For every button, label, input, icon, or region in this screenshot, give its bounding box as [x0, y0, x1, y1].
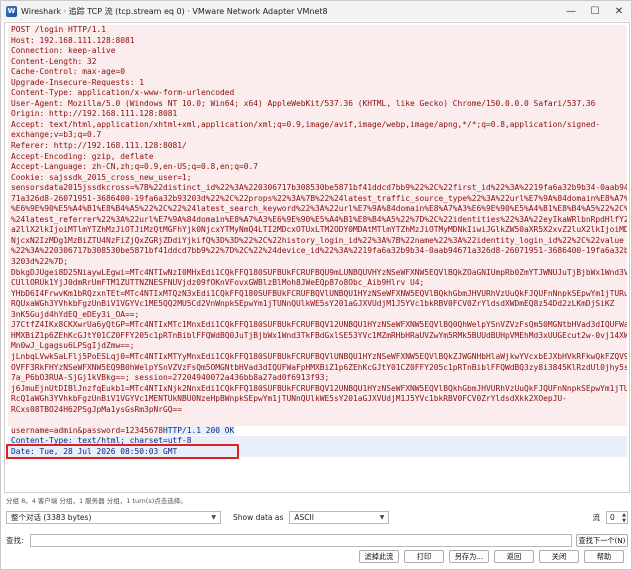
minimize-button[interactable]: —: [559, 1, 583, 21]
request-line: CUllORUk1YjJ0dmRrUmFTM1ZUTTNZNESFNUVjdz0…: [8, 278, 627, 289]
request-line: Mn0wJ_Lgagsu6LPSgIjdZmw==;: [8, 341, 627, 352]
response-status-text: HTTP/1.1 200 OK: [163, 425, 235, 435]
follow-tcp-stream-window: W Wireshark · 追踪 TCP 流 (tcp.stream eq 0)…: [0, 0, 632, 570]
request-line: 71a326d8-26071951-3686400-19fa6a32b93203…: [8, 193, 627, 205]
request-line: j6JmuEjnUtDIBlJnzfqEukb1=MTc4NTIxNjk2Nnx…: [8, 383, 627, 395]
request-line: Connection: keep-alive: [8, 46, 627, 57]
credentials-line: username=admin&password=12345678HTTP/1.1…: [8, 425, 627, 437]
back-button[interactable]: 返回: [494, 550, 534, 563]
filter-out-stream-button[interactable]: 滤掉此流: [359, 550, 399, 563]
show-data-value: ASCII: [294, 512, 314, 522]
request-line: RCxs08TBO24H62PSgJpMa1ysGsRm3pNrGQ==: [8, 404, 627, 416]
request-line: Referer: http://192.168.111.128:8081/: [8, 141, 627, 152]
help-button[interactable]: 帮助: [584, 550, 624, 563]
packet-status-text: 分组 8。4 客户端 分组，1 服务器 分组，1 turn(s)点击选择。: [6, 497, 187, 505]
wireshark-logo-icon: W: [6, 5, 17, 17]
request-line: Host: 192.168.111.128:8081: [8, 35, 627, 47]
request-line: User-Agent: Mozilla/5.0 (Windows NT 10.0…: [8, 98, 627, 110]
request-line: Accept-Encoding: gzip, deflate: [8, 151, 627, 163]
request-line: 7a_P6bO3RUA-SjGj1kVBkg==; session=272049…: [8, 373, 627, 384]
chevron-down-icon: ▼: [211, 513, 216, 521]
find-row: 查找: 查找下一个(N): [6, 534, 628, 547]
show-data-select[interactable]: ASCII ▼: [289, 510, 390, 524]
request-line: 3nK5Gujd4hYdEQ_eDEy3i_OA==;: [8, 309, 627, 321]
response-line: Date: Tue, 28 Jul 2026 08:50:03 GMT: [8, 446, 627, 458]
stream-label: 流: [592, 512, 601, 522]
response-line: Content-Type: text/html; charset=utf-8: [8, 436, 627, 447]
close-window-button[interactable]: ✕: [607, 1, 631, 21]
request-line: sensorsdata2015jssdkcross=%7B%22distinct…: [8, 183, 627, 194]
request-line: Cache-Control: max-age=0: [8, 67, 627, 78]
request-line: DbkgDJUgei8D25NiaywLEgwi=MTc4NTIwNzI0MHx…: [8, 267, 627, 279]
request-line: a2llX2lkIjoiMTlmYTZhMzJiOTJiMzQtMGFhYjk0…: [8, 225, 627, 236]
request-line: Upgrade-Insecure-Requests: 1: [8, 77, 627, 89]
request-line: Content-Length: 32: [8, 56, 627, 68]
request-line: Origin: http://192.168.111.128:8081: [8, 109, 627, 120]
request-line: exchange;v=b3;q=0.7: [8, 130, 627, 142]
find-label: 查找:: [6, 536, 24, 545]
credentials-text: username=admin&password=12345678: [11, 425, 164, 435]
stream-content-area[interactable]: POST /login HTTP/1.1 Host: 192.168.111.12…: [4, 22, 630, 493]
request-line: YHbD6I4FrwvKm1bRQzxnTEt=MTc4NTIxMTQzN3xE…: [8, 288, 627, 300]
request-line: HMXBiZ1p6ZEhKcGJtY01CZ0FFY205c1pRTnBiblF…: [8, 330, 627, 342]
maximize-button[interactable]: ☐: [583, 1, 607, 21]
request-line: Content-Type: application/x-www-form-url…: [8, 88, 627, 99]
request-line: Accept: text/html,application/xhtml+xml,…: [8, 119, 627, 131]
chevron-down-icon: ▼: [379, 513, 385, 521]
request-line: RQUxaWGh3YVhkbFgzUnBiV1VGYVc1ME5QQ2MU5Cd…: [8, 299, 627, 310]
stream-options-row: 整个对话 (3383 bytes) ▼ Show data as ASCII ▼…: [6, 509, 628, 525]
request-line: jLnbqLVwkSaLFlj5PoESLqj0=MTc4NTIxMTYyMnx…: [8, 351, 627, 363]
request-line: 3203d%22%7D;: [8, 257, 627, 268]
request-line: %22%3A%220306717b308530be5871bf41ddcd7bb…: [8, 246, 627, 258]
print-button[interactable]: 打印: [404, 550, 444, 563]
find-input[interactable]: [29, 534, 572, 547]
conversation-select-value: 整个对话 (3383 bytes): [11, 512, 92, 522]
action-buttons: 滤掉此流 打印 另存为... 返回 关闭 帮助: [359, 550, 624, 563]
stream-number-value: 0: [610, 512, 615, 522]
close-button[interactable]: 关闭: [539, 550, 579, 563]
find-next-button[interactable]: 查找下一个(N): [576, 534, 628, 547]
window-title: Wireshark · 追踪 TCP 流 (tcp.stream eq 0) ·…: [21, 6, 328, 16]
spin-arrows-icon[interactable]: ▲ ▼: [622, 512, 626, 524]
request-line: J7CtfZ4IKx8CKXwrUa6yQtGP=MTc4NTIxMTc1Mnx…: [8, 320, 627, 331]
request-line: NjcxN2IzMDg1MzBiZTU4NzFiZjQxZGRjZDdiYjki…: [8, 235, 627, 247]
stream-number-spinbox[interactable]: 0 ▲ ▼: [606, 510, 628, 524]
request-line: [8, 415, 627, 426]
request-line: OVFF3RkFHYzNSeWFXNW5EQ9B0hWelpYSnVZVzFsQ…: [8, 362, 627, 374]
show-data-label: Show data as: [233, 512, 284, 522]
request-line: Cookie: sajssdk_2015_cross_new_user=1;: [8, 172, 627, 184]
request-line: Accept-Language: zh-CN,zh;q=0.9,en-US;q=…: [8, 162, 627, 173]
request-line: %E6%9E%90%E5%A4%B1%E8%B4%A5%22%2C%22%24l…: [8, 204, 627, 215]
conversation-select[interactable]: 整个对话 (3383 bytes) ▼: [6, 510, 221, 524]
request-line: %24latest_referrer%22%3A%22url%E7%9A%84d…: [8, 214, 627, 226]
title-bar: W Wireshark · 追踪 TCP 流 (tcp.stream eq 0)…: [1, 1, 631, 21]
request-line: RcQ1aWGh3YVhkbFgzUnBiV1VGYVc1MENTUkNBU0N…: [8, 394, 627, 405]
request-line: POST /login HTTP/1.1: [8, 25, 627, 36]
save-as-button[interactable]: 另存为...: [449, 550, 489, 563]
